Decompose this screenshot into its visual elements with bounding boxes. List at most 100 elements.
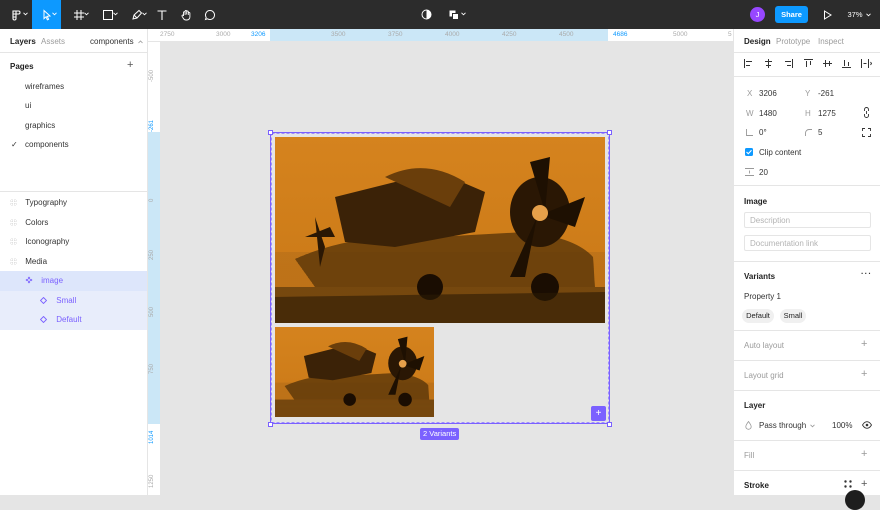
layer-variant-default[interactable]: Default bbox=[39, 315, 82, 324]
pen-icon bbox=[131, 9, 142, 20]
add-stroke-icon[interactable]: + bbox=[861, 479, 867, 490]
resize-handle[interactable] bbox=[607, 422, 612, 427]
chevron-down-icon bbox=[865, 12, 871, 16]
distribute-icon[interactable] bbox=[861, 59, 873, 70]
style-grid-icon[interactable] bbox=[844, 480, 852, 490]
rotation-input[interactable]: 0° bbox=[759, 128, 767, 137]
chevron-down-icon bbox=[23, 12, 28, 16]
auto-layout-section: Auto layout bbox=[744, 341, 785, 350]
clip-content-checkbox[interactable] bbox=[745, 148, 753, 156]
page-item-wireframes[interactable]: wireframes bbox=[25, 82, 64, 91]
add-auto-layout-icon[interactable]: + bbox=[861, 339, 867, 350]
stroke-section-title: Stroke bbox=[744, 481, 769, 490]
blend-mode-select[interactable]: Pass through bbox=[759, 421, 816, 430]
shape-tool-button[interactable] bbox=[93, 0, 122, 29]
align-vertical-center-icon[interactable] bbox=[823, 59, 832, 70]
zoom-menu[interactable]: 37% bbox=[844, 0, 874, 29]
pages-heading: Pages bbox=[10, 62, 34, 71]
move-tool-button[interactable] bbox=[32, 0, 61, 29]
page-item-components[interactable]: components bbox=[25, 140, 69, 149]
y-input[interactable]: -261 bbox=[818, 89, 834, 98]
layer-label: Colors bbox=[25, 218, 49, 227]
ruler-selection-range bbox=[148, 132, 160, 424]
item-spacing-input[interactable]: 20 bbox=[759, 168, 768, 177]
x-input[interactable]: 3206 bbox=[759, 89, 777, 98]
ruler-tick-label: 3206 bbox=[251, 31, 266, 38]
pen-tool-button[interactable] bbox=[122, 0, 151, 29]
page-item-graphics[interactable]: graphics bbox=[25, 121, 55, 130]
resize-handle[interactable] bbox=[268, 130, 273, 135]
add-variant-button[interactable]: + bbox=[591, 406, 606, 421]
variant-icon bbox=[39, 315, 48, 324]
present-button[interactable] bbox=[818, 0, 836, 29]
tab-prototype[interactable]: Prototype bbox=[776, 37, 810, 46]
ruler-tick-label: 3500 bbox=[331, 31, 346, 38]
resize-handle[interactable] bbox=[607, 130, 612, 135]
documentation-link-input[interactable]: Documentation link bbox=[744, 235, 871, 251]
constrain-proportions-icon[interactable] bbox=[863, 107, 870, 120]
height-input[interactable]: 1275 bbox=[818, 109, 836, 118]
share-button[interactable]: Share bbox=[775, 6, 808, 23]
variant-default-image[interactable] bbox=[275, 137, 605, 323]
ruler-tick-label: 1014 bbox=[149, 430, 155, 444]
blend-mode-icon bbox=[745, 420, 752, 432]
help-button[interactable] bbox=[845, 490, 865, 510]
variant-chip-default[interactable]: Default bbox=[742, 309, 774, 323]
eye-icon[interactable] bbox=[861, 421, 873, 431]
comment-tool-button[interactable] bbox=[199, 0, 221, 29]
add-page-icon[interactable]: + bbox=[127, 60, 133, 71]
variant-chip-small[interactable]: Small bbox=[780, 309, 806, 323]
chevron-down-icon bbox=[461, 12, 466, 16]
page-item-ui[interactable]: ui bbox=[25, 101, 31, 110]
rectangle-icon bbox=[102, 9, 113, 20]
play-icon bbox=[823, 9, 832, 20]
layer-typography[interactable]: Typography bbox=[10, 198, 67, 207]
hand-tool-button[interactable] bbox=[175, 0, 197, 29]
align-horizontal-center-icon[interactable] bbox=[764, 59, 773, 70]
user-avatar[interactable]: J bbox=[750, 7, 765, 22]
design-canvas[interactable]: + 2 Variants bbox=[161, 42, 733, 495]
frame-tool-button[interactable] bbox=[64, 0, 93, 29]
text-tool-button[interactable] bbox=[151, 0, 173, 29]
description-input[interactable]: Description bbox=[744, 212, 871, 228]
property-name[interactable]: Property 1 bbox=[744, 292, 781, 301]
w-label: W bbox=[746, 109, 754, 118]
image-section-title: Image bbox=[744, 197, 768, 206]
variant-small-image[interactable] bbox=[275, 327, 434, 417]
align-right-icon[interactable] bbox=[784, 59, 793, 70]
align-top-icon[interactable] bbox=[804, 59, 813, 70]
component-set-icon bbox=[25, 276, 33, 284]
align-bottom-icon[interactable] bbox=[842, 59, 851, 70]
description-placeholder: Description bbox=[750, 216, 791, 225]
align-left-icon[interactable] bbox=[744, 59, 753, 70]
page-switcher[interactable]: components bbox=[90, 37, 143, 46]
ruler-tick-label: 3750 bbox=[388, 31, 403, 38]
layer-variant-small[interactable]: Small bbox=[39, 296, 76, 305]
layer-iconography[interactable]: Iconography bbox=[10, 237, 69, 246]
layer-colors[interactable]: Colors bbox=[10, 218, 48, 227]
ruler-tick-label: -261 bbox=[149, 119, 155, 132]
corner-radius-input[interactable]: 5 bbox=[818, 128, 822, 137]
more-options-icon[interactable]: ··· bbox=[861, 269, 872, 278]
opacity-input[interactable]: 100% bbox=[832, 421, 852, 430]
tab-layers[interactable]: Layers bbox=[10, 37, 36, 46]
ruler-tick-label: 250 bbox=[149, 249, 155, 260]
layers-icon bbox=[449, 10, 459, 20]
rotation-icon bbox=[746, 129, 753, 138]
theme-toggle-button[interactable] bbox=[418, 0, 434, 29]
tab-design[interactable]: Design bbox=[744, 37, 771, 46]
layer-image-component-set[interactable]: image bbox=[25, 276, 63, 285]
resize-handle[interactable] bbox=[268, 422, 273, 427]
main-menu-button[interactable] bbox=[0, 0, 32, 29]
text-icon bbox=[157, 9, 167, 20]
component-menu-button[interactable] bbox=[442, 0, 466, 29]
layer-media[interactable]: Media bbox=[10, 257, 47, 266]
add-fill-icon[interactable]: + bbox=[861, 449, 867, 460]
add-layout-grid-icon[interactable]: + bbox=[861, 369, 867, 380]
share-button-label: Share bbox=[781, 10, 802, 19]
independent-corners-icon[interactable] bbox=[862, 128, 871, 139]
tab-inspect[interactable]: Inspect bbox=[818, 37, 844, 46]
ruler-tick-label: -500 bbox=[149, 69, 155, 82]
width-input[interactable]: 1480 bbox=[759, 109, 777, 118]
tab-assets[interactable]: Assets bbox=[41, 37, 65, 46]
